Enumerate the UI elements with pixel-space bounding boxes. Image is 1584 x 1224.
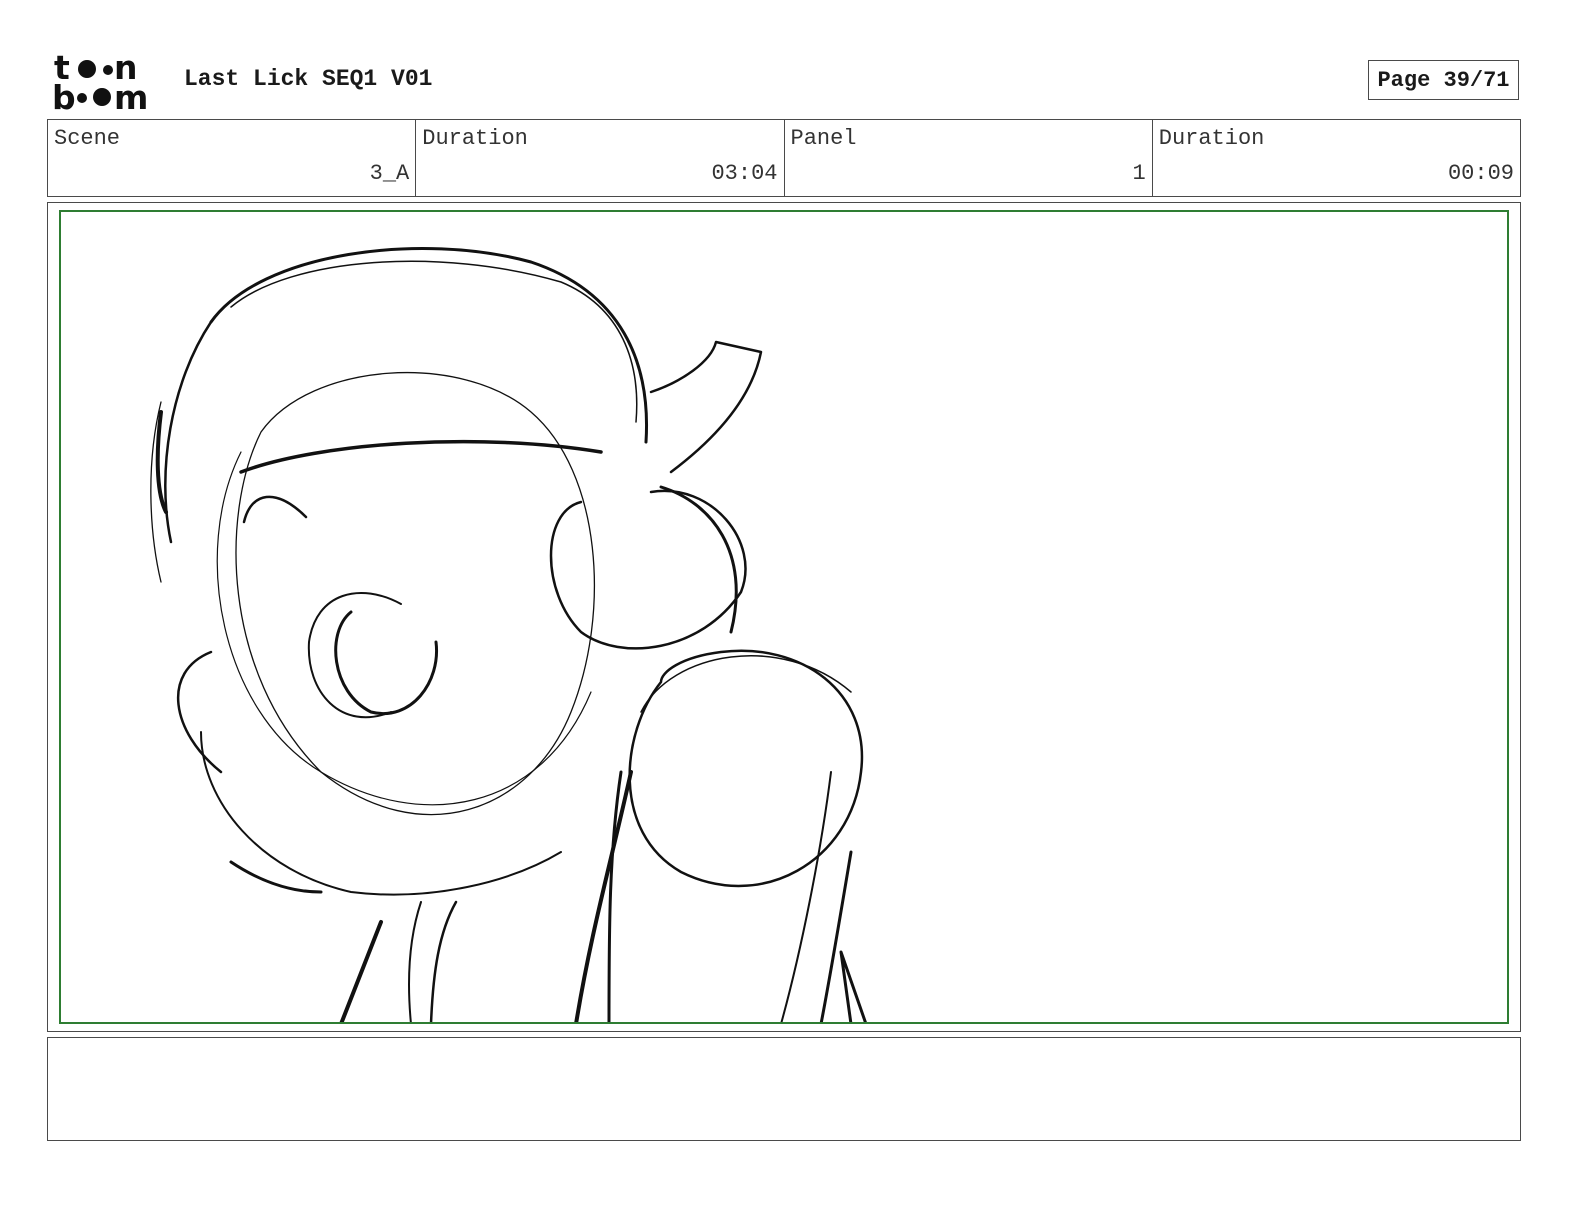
- closed-eye: [242, 495, 308, 524]
- head-outline: [209, 247, 649, 444]
- project-title: Last Lick SEQ1 V01: [184, 66, 433, 92]
- head-outline-2: [230, 260, 638, 423]
- scene-cell: Scene 3_A: [48, 120, 417, 196]
- scene-label: Scene: [54, 126, 121, 151]
- panel-cell: Panel 1: [785, 120, 1153, 196]
- svg-text:b: b: [52, 78, 76, 112]
- body-line-2: [408, 901, 422, 1022]
- svg-text:m: m: [114, 78, 148, 112]
- fist: [628, 649, 864, 888]
- scene-value: 3_A: [369, 161, 410, 186]
- scene-info-table: Scene 3_A Duration 03:04 Panel 1 Duratio…: [47, 119, 1521, 197]
- body-line-4: [574, 770, 633, 1022]
- body-line-6: [780, 771, 832, 1022]
- fist-2: [640, 655, 852, 713]
- face-circle-2: [216, 451, 592, 806]
- toonboom-logo: t n b m toon boom: [52, 48, 164, 117]
- body-line-5: [607, 770, 623, 1022]
- body-line-8: [839, 950, 867, 1022]
- panel-label: Panel: [790, 126, 857, 151]
- ear-bun: [549, 489, 747, 650]
- head-left: [164, 320, 213, 544]
- body-line-1: [339, 920, 383, 1022]
- brow-line: [239, 439, 603, 474]
- horn: [649, 340, 763, 474]
- panel-image: [59, 210, 1509, 1024]
- left-hand-2: [200, 731, 562, 896]
- body-line-3: [429, 900, 458, 1022]
- panel-value: 1: [1132, 161, 1146, 186]
- panel-duration-label: Duration: [1158, 126, 1265, 151]
- left-hand: [176, 650, 223, 774]
- scene-duration-cell: Duration 03:04: [416, 120, 785, 196]
- storyboard-sketch: [150, 247, 867, 1022]
- mouth-inner: [334, 610, 439, 715]
- panel-duration-value: 00:09: [1447, 161, 1514, 186]
- page-number: Page 39/71: [1368, 60, 1519, 100]
- panel-caption: [47, 1037, 1521, 1141]
- panel-duration-cell: Duration 00:09: [1153, 120, 1520, 196]
- scene-duration-label: Duration: [422, 126, 528, 151]
- scene-duration-value: 03:04: [711, 161, 778, 186]
